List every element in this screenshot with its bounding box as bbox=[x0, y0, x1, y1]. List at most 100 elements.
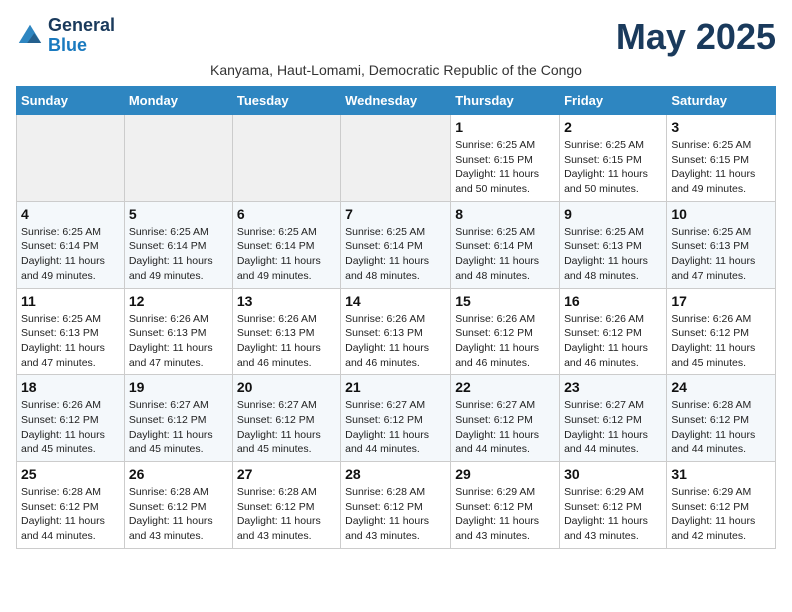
day-info: Sunrise: 6:26 AM Sunset: 6:13 PM Dayligh… bbox=[129, 312, 228, 371]
day-number: 7 bbox=[345, 206, 446, 222]
day-info: Sunrise: 6:25 AM Sunset: 6:15 PM Dayligh… bbox=[564, 138, 662, 197]
day-number: 8 bbox=[455, 206, 555, 222]
day-number: 28 bbox=[345, 466, 446, 482]
day-cell: 20 Sunrise: 6:27 AM Sunset: 6:12 PM Dayli… bbox=[232, 375, 340, 462]
logo-text: General Blue bbox=[48, 16, 115, 56]
day-cell: 17 Sunrise: 6:26 AM Sunset: 6:12 PM Dayli… bbox=[667, 288, 776, 375]
column-header-tuesday: Tuesday bbox=[232, 87, 340, 115]
day-cell: 1 Sunrise: 6:25 AM Sunset: 6:15 PM Daylig… bbox=[451, 115, 560, 202]
day-cell: 7 Sunrise: 6:25 AM Sunset: 6:14 PM Daylig… bbox=[341, 201, 451, 288]
column-header-wednesday: Wednesday bbox=[341, 87, 451, 115]
logo: General Blue bbox=[16, 16, 115, 56]
day-cell: 27 Sunrise: 6:28 AM Sunset: 6:12 PM Dayli… bbox=[232, 462, 340, 549]
day-cell: 5 Sunrise: 6:25 AM Sunset: 6:14 PM Daylig… bbox=[124, 201, 232, 288]
day-cell: 19 Sunrise: 6:27 AM Sunset: 6:12 PM Dayli… bbox=[124, 375, 232, 462]
day-number: 23 bbox=[564, 379, 662, 395]
week-row-3: 11 Sunrise: 6:25 AM Sunset: 6:13 PM Dayli… bbox=[17, 288, 776, 375]
logo-icon bbox=[16, 22, 44, 50]
day-info: Sunrise: 6:25 AM Sunset: 6:14 PM Dayligh… bbox=[345, 225, 446, 284]
day-info: Sunrise: 6:29 AM Sunset: 6:12 PM Dayligh… bbox=[455, 485, 555, 544]
day-cell bbox=[341, 115, 451, 202]
day-info: Sunrise: 6:26 AM Sunset: 6:13 PM Dayligh… bbox=[345, 312, 446, 371]
day-cell: 24 Sunrise: 6:28 AM Sunset: 6:12 PM Dayli… bbox=[667, 375, 776, 462]
day-number: 10 bbox=[671, 206, 771, 222]
day-number: 3 bbox=[671, 119, 771, 135]
day-number: 11 bbox=[21, 293, 120, 309]
day-info: Sunrise: 6:27 AM Sunset: 6:12 PM Dayligh… bbox=[237, 398, 336, 457]
day-cell: 28 Sunrise: 6:28 AM Sunset: 6:12 PM Dayli… bbox=[341, 462, 451, 549]
day-info: Sunrise: 6:29 AM Sunset: 6:12 PM Dayligh… bbox=[564, 485, 662, 544]
week-row-5: 25 Sunrise: 6:28 AM Sunset: 6:12 PM Dayli… bbox=[17, 462, 776, 549]
day-info: Sunrise: 6:27 AM Sunset: 6:12 PM Dayligh… bbox=[564, 398, 662, 457]
day-number: 26 bbox=[129, 466, 228, 482]
day-number: 6 bbox=[237, 206, 336, 222]
day-info: Sunrise: 6:25 AM Sunset: 6:14 PM Dayligh… bbox=[237, 225, 336, 284]
day-cell: 26 Sunrise: 6:28 AM Sunset: 6:12 PM Dayli… bbox=[124, 462, 232, 549]
day-number: 25 bbox=[21, 466, 120, 482]
day-info: Sunrise: 6:25 AM Sunset: 6:13 PM Dayligh… bbox=[21, 312, 120, 371]
day-number: 29 bbox=[455, 466, 555, 482]
column-header-friday: Friday bbox=[560, 87, 667, 115]
day-cell: 18Sunrise: 6:26 AM Sunset: 6:12 PM Dayli… bbox=[17, 375, 125, 462]
calendar-table: SundayMondayTuesdayWednesdayThursdayFrid… bbox=[16, 86, 776, 549]
day-cell: 16 Sunrise: 6:26 AM Sunset: 6:12 PM Dayli… bbox=[560, 288, 667, 375]
day-number: 21 bbox=[345, 379, 446, 395]
day-number: 20 bbox=[237, 379, 336, 395]
day-info: Sunrise: 6:25 AM Sunset: 6:15 PM Dayligh… bbox=[671, 138, 771, 197]
day-number: 1 bbox=[455, 119, 555, 135]
day-info: Sunrise: 6:25 AM Sunset: 6:13 PM Dayligh… bbox=[564, 225, 662, 284]
day-info: Sunrise: 6:25 AM Sunset: 6:14 PM Dayligh… bbox=[21, 225, 120, 284]
day-info: Sunrise: 6:27 AM Sunset: 6:12 PM Dayligh… bbox=[455, 398, 555, 457]
day-info: Sunrise: 6:28 AM Sunset: 6:12 PM Dayligh… bbox=[21, 485, 120, 544]
day-info: Sunrise: 6:28 AM Sunset: 6:12 PM Dayligh… bbox=[237, 485, 336, 544]
day-info: Sunrise: 6:25 AM Sunset: 6:14 PM Dayligh… bbox=[129, 225, 228, 284]
day-number: 2 bbox=[564, 119, 662, 135]
day-cell: 9Sunrise: 6:25 AM Sunset: 6:13 PM Daylig… bbox=[560, 201, 667, 288]
day-number: 4 bbox=[21, 206, 120, 222]
day-info: Sunrise: 6:25 AM Sunset: 6:13 PM Dayligh… bbox=[671, 225, 771, 284]
day-info: Sunrise: 6:28 AM Sunset: 6:12 PM Dayligh… bbox=[129, 485, 228, 544]
day-info: Sunrise: 6:27 AM Sunset: 6:12 PM Dayligh… bbox=[129, 398, 228, 457]
subtitle: Kanyama, Haut-Lomami, Democratic Republi… bbox=[16, 62, 776, 78]
day-number: 19 bbox=[129, 379, 228, 395]
day-cell: 15Sunrise: 6:26 AM Sunset: 6:12 PM Dayli… bbox=[451, 288, 560, 375]
day-cell: 31 Sunrise: 6:29 AM Sunset: 6:12 PM Dayli… bbox=[667, 462, 776, 549]
day-info: Sunrise: 6:26 AM Sunset: 6:12 PM Dayligh… bbox=[455, 312, 555, 371]
day-number: 17 bbox=[671, 293, 771, 309]
day-info: Sunrise: 6:28 AM Sunset: 6:12 PM Dayligh… bbox=[671, 398, 771, 457]
day-number: 22 bbox=[455, 379, 555, 395]
day-cell bbox=[17, 115, 125, 202]
day-info: Sunrise: 6:27 AM Sunset: 6:12 PM Dayligh… bbox=[345, 398, 446, 457]
day-cell: 25 Sunrise: 6:28 AM Sunset: 6:12 PM Dayli… bbox=[17, 462, 125, 549]
day-number: 18 bbox=[21, 379, 120, 395]
day-info: Sunrise: 6:26 AM Sunset: 6:12 PM Dayligh… bbox=[671, 312, 771, 371]
day-info: Sunrise: 6:28 AM Sunset: 6:12 PM Dayligh… bbox=[345, 485, 446, 544]
day-cell: 2 Sunrise: 6:25 AM Sunset: 6:15 PM Daylig… bbox=[560, 115, 667, 202]
day-cell: 11 Sunrise: 6:25 AM Sunset: 6:13 PM Dayli… bbox=[17, 288, 125, 375]
logo-general: General bbox=[48, 15, 115, 35]
day-cell: 13Sunrise: 6:26 AM Sunset: 6:13 PM Dayli… bbox=[232, 288, 340, 375]
day-cell: 23 Sunrise: 6:27 AM Sunset: 6:12 PM Dayli… bbox=[560, 375, 667, 462]
day-number: 16 bbox=[564, 293, 662, 309]
column-header-monday: Monday bbox=[124, 87, 232, 115]
day-cell: 21 Sunrise: 6:27 AM Sunset: 6:12 PM Dayli… bbox=[341, 375, 451, 462]
header: General Blue May 2025 bbox=[16, 16, 776, 58]
day-cell: 14Sunrise: 6:26 AM Sunset: 6:13 PM Dayli… bbox=[341, 288, 451, 375]
day-cell: 22 Sunrise: 6:27 AM Sunset: 6:12 PM Dayli… bbox=[451, 375, 560, 462]
day-cell bbox=[124, 115, 232, 202]
day-info: Sunrise: 6:26 AM Sunset: 6:12 PM Dayligh… bbox=[564, 312, 662, 371]
day-info: Sunrise: 6:29 AM Sunset: 6:12 PM Dayligh… bbox=[671, 485, 771, 544]
day-number: 27 bbox=[237, 466, 336, 482]
week-row-1: 1 Sunrise: 6:25 AM Sunset: 6:15 PM Daylig… bbox=[17, 115, 776, 202]
day-number: 5 bbox=[129, 206, 228, 222]
day-cell: 3 Sunrise: 6:25 AM Sunset: 6:15 PM Daylig… bbox=[667, 115, 776, 202]
day-number: 24 bbox=[671, 379, 771, 395]
day-number: 31 bbox=[671, 466, 771, 482]
logo-blue: Blue bbox=[48, 35, 87, 55]
column-header-sunday: Sunday bbox=[17, 87, 125, 115]
column-header-saturday: Saturday bbox=[667, 87, 776, 115]
day-info: Sunrise: 6:25 AM Sunset: 6:15 PM Dayligh… bbox=[455, 138, 555, 197]
day-cell: 29 Sunrise: 6:29 AM Sunset: 6:12 PM Dayli… bbox=[451, 462, 560, 549]
day-cell: 30Sunrise: 6:29 AM Sunset: 6:12 PM Dayli… bbox=[560, 462, 667, 549]
day-cell: 4 Sunrise: 6:25 AM Sunset: 6:14 PM Daylig… bbox=[17, 201, 125, 288]
